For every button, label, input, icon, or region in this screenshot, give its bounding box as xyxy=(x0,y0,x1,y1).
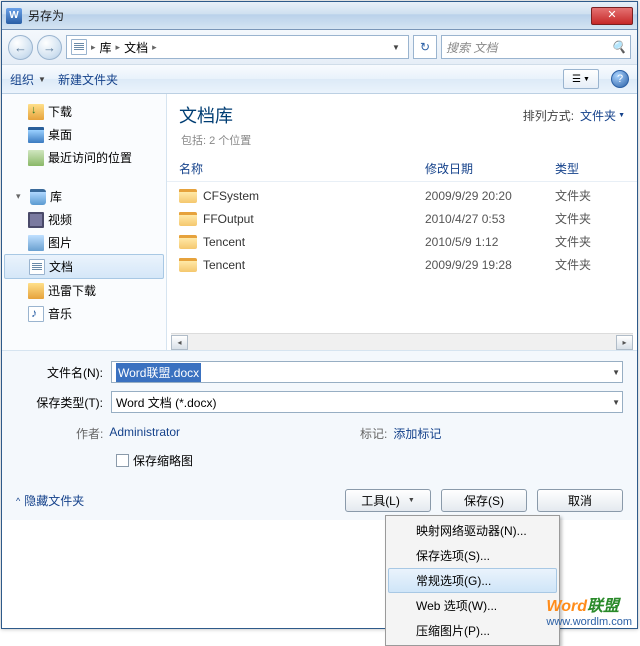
help-button[interactable]: ? xyxy=(611,70,629,88)
save-button[interactable]: 保存(S) xyxy=(441,489,527,512)
breadcrumb-drop[interactable]: ▼ xyxy=(388,43,404,52)
caret-up-icon: ^ xyxy=(16,496,20,506)
search-icon: 🔍 xyxy=(611,40,626,54)
tags-label: 标记: xyxy=(360,425,387,442)
doc-icon xyxy=(29,259,45,275)
chevron-down-icon[interactable]: ▼ xyxy=(612,368,620,377)
close-button[interactable]: ✕ xyxy=(591,7,633,25)
sidebar: 下载 桌面 最近访问的位置 ▾库 视频 图片 文档 迅雷下载 音乐 xyxy=(2,94,167,350)
chevron-right-icon: ▸ xyxy=(116,42,121,53)
tools-button[interactable]: 工具(L) xyxy=(345,489,431,512)
menu-item-save-options[interactable]: 保存选项(S)... xyxy=(388,543,557,568)
col-type[interactable]: 类型 xyxy=(555,160,625,177)
music-icon xyxy=(28,306,44,322)
folder-icon xyxy=(179,235,197,249)
columns-header: 名称 修改日期 类型 xyxy=(167,156,637,182)
filename-label: 文件名(N): xyxy=(16,364,111,381)
sidebar-item-pictures[interactable]: 图片 xyxy=(2,231,166,254)
library-subtitle: 包括: 2 个位置 xyxy=(167,132,637,156)
thunder-icon xyxy=(28,283,44,299)
nav-row: ← → ▸ 库 ▸ 文档 ▸ ▼ ↻ 搜索 文档 🔍 xyxy=(2,30,637,64)
library-title: 文档库 xyxy=(179,102,233,128)
chevron-right-icon: ▸ xyxy=(152,42,157,53)
savetype-select[interactable]: Word 文档 (*.docx) ▼ xyxy=(111,391,623,413)
chevron-down-icon: ▼ xyxy=(38,75,46,84)
save-thumbnail-label: 保存缩略图 xyxy=(133,452,193,469)
download-icon xyxy=(28,104,44,120)
scroll-left[interactable]: ◂ xyxy=(171,335,188,350)
library-icon xyxy=(30,189,46,205)
form-area: 文件名(N): Word联盟.docx ▼ 保存类型(T): Word 文档 (… xyxy=(2,350,637,475)
search-input[interactable]: 搜索 文档 🔍 xyxy=(441,35,631,59)
recent-icon xyxy=(28,150,44,166)
menu-item-general-options[interactable]: 常规选项(G)... xyxy=(388,568,557,593)
search-placeholder: 搜索 文档 xyxy=(446,39,497,56)
window-title: 另存为 xyxy=(28,7,591,24)
author-label: 作者: xyxy=(76,425,103,442)
watermark: Word联盟 www.wordlm.com xyxy=(546,592,632,628)
forward-button[interactable]: → xyxy=(37,35,62,60)
file-row[interactable]: Tencent2010/5/9 1:12文件夹 xyxy=(179,230,625,253)
button-row: ^ 隐藏文件夹 工具(L) 保存(S) 取消 xyxy=(2,475,637,520)
breadcrumb[interactable]: ▸ 库 ▸ 文档 ▸ ▼ xyxy=(66,35,409,59)
horizontal-scrollbar[interactable]: ◂ ▸ xyxy=(171,333,633,350)
menu-item-map-drive[interactable]: 映射网络驱动器(N)... xyxy=(388,518,557,543)
collapse-icon[interactable]: ▾ xyxy=(16,191,26,202)
sidebar-item-downloads[interactable]: 下载 xyxy=(2,100,166,123)
file-pane: 文档库 排列方式: 文件夹 ▼ 包括: 2 个位置 名称 修改日期 类型 CFS… xyxy=(167,94,637,350)
file-row[interactable]: CFSystem2009/9/29 20:20文件夹 xyxy=(179,184,625,207)
savetype-label: 保存类型(T): xyxy=(16,394,111,411)
sidebar-item-documents[interactable]: 文档 xyxy=(4,254,164,279)
organize-button[interactable]: 组织 ▼ xyxy=(10,71,46,88)
doc-icon xyxy=(71,39,87,55)
col-date[interactable]: 修改日期 xyxy=(425,160,555,177)
toolbar: 组织 ▼ 新建文件夹 ☰ ▼ ? xyxy=(2,64,637,94)
save-thumbnail-checkbox[interactable] xyxy=(116,454,129,467)
sidebar-item-desktop[interactable]: 桌面 xyxy=(2,123,166,146)
sidebar-header-libraries[interactable]: ▾库 xyxy=(2,185,166,208)
desktop-icon xyxy=(28,127,44,143)
author-value[interactable]: Administrator xyxy=(109,425,180,442)
scroll-right[interactable]: ▸ xyxy=(616,335,633,350)
titlebar: W 另存为 ✕ xyxy=(2,2,637,30)
folder-icon xyxy=(179,212,197,226)
filename-input[interactable]: Word联盟.docx ▼ xyxy=(111,361,623,383)
tags-value[interactable]: 添加标记 xyxy=(393,425,441,442)
file-row[interactable]: FFOutput2010/4/27 0:53文件夹 xyxy=(179,207,625,230)
sidebar-item-recent[interactable]: 最近访问的位置 xyxy=(2,146,166,169)
tools-dropdown: 映射网络驱动器(N)... 保存选项(S)... 常规选项(G)... Web … xyxy=(385,515,560,646)
file-row[interactable]: Tencent2009/9/29 19:28文件夹 xyxy=(179,253,625,276)
cancel-button[interactable]: 取消 xyxy=(537,489,623,512)
app-icon: W xyxy=(6,8,22,24)
arrange-dropdown[interactable]: 文件夹 ▼ xyxy=(580,107,625,124)
chevron-right-icon: ▸ xyxy=(91,42,96,53)
back-button[interactable]: ← xyxy=(8,35,33,60)
arrange-label: 排列方式: xyxy=(523,107,574,124)
menu-item-web-options[interactable]: Web 选项(W)... xyxy=(388,593,557,618)
crumb-0[interactable]: 库 xyxy=(100,39,112,56)
video-icon xyxy=(28,212,44,228)
col-name[interactable]: 名称 xyxy=(179,160,425,177)
file-list: CFSystem2009/9/29 20:20文件夹 FFOutput2010/… xyxy=(167,182,637,278)
sidebar-item-videos[interactable]: 视频 xyxy=(2,208,166,231)
hide-folders-link[interactable]: ^ 隐藏文件夹 xyxy=(16,492,84,509)
sidebar-item-thunder[interactable]: 迅雷下载 xyxy=(2,279,166,302)
menu-item-compress-pictures[interactable]: 压缩图片(P)... xyxy=(388,618,557,643)
folder-icon xyxy=(179,258,197,272)
picture-icon xyxy=(28,235,44,251)
folder-icon xyxy=(179,189,197,203)
chevron-down-icon[interactable]: ▼ xyxy=(612,398,620,407)
sidebar-item-music[interactable]: 音乐 xyxy=(2,302,166,325)
view-button[interactable]: ☰ ▼ xyxy=(563,69,599,89)
crumb-1[interactable]: 文档 xyxy=(124,39,148,56)
new-folder-button[interactable]: 新建文件夹 xyxy=(58,71,118,88)
refresh-button[interactable]: ↻ xyxy=(413,35,437,59)
